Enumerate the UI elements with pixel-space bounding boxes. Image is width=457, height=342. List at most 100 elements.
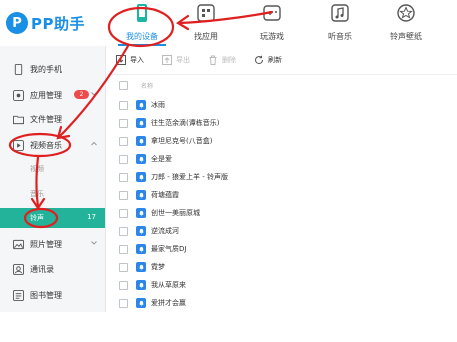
ringtone-name: 逆流成河 bbox=[151, 227, 179, 235]
ringtone-name: 爱拼才会赢 bbox=[151, 299, 186, 307]
sidebar-item-label: 图书管理 bbox=[30, 290, 62, 300]
photo-icon bbox=[13, 239, 24, 249]
row-checkbox[interactable] bbox=[119, 190, 128, 200]
sidebar-item-label: 我的手机 bbox=[30, 64, 62, 74]
nav-label: 玩游戏 bbox=[260, 32, 284, 41]
nav-ringtone-wallpaper[interactable]: 铃声壁纸 bbox=[376, 3, 436, 43]
row-checkbox[interactable] bbox=[119, 298, 128, 308]
export-button[interactable]: 导出 bbox=[162, 55, 190, 65]
sidebar-item-label: 文件管理 bbox=[30, 114, 62, 124]
nav-label: 铃声壁纸 bbox=[390, 32, 422, 41]
row-checkbox[interactable] bbox=[119, 208, 128, 218]
chevron-down-icon[interactable] bbox=[91, 91, 97, 97]
sidebar-item-contacts[interactable]: 通讯录 bbox=[0, 258, 105, 280]
refresh-icon bbox=[255, 55, 264, 65]
bell-icon bbox=[136, 118, 146, 128]
list-item[interactable]: 冰雨 bbox=[106, 96, 457, 114]
top-toolbar: P PP助手 我的设备 找应用 玩游戏 听音乐 铃声壁纸 bbox=[0, 0, 457, 47]
list-item[interactable]: 荷塘蕴霞 bbox=[106, 186, 457, 204]
refresh-button[interactable]: 刷新 bbox=[254, 55, 282, 65]
list-item[interactable]: 爱拼才会赢 bbox=[106, 294, 457, 312]
list-item[interactable]: 刀郎 - 狼爱上羊 - 铃声版 bbox=[106, 168, 457, 186]
sidebar-item-label: 照片管理 bbox=[30, 239, 62, 249]
export-icon bbox=[162, 55, 172, 65]
ringtone-name: 创世一美丽原城 bbox=[151, 209, 200, 217]
list-item[interactable]: 创世一美丽原城 bbox=[106, 204, 457, 222]
import-label: 导入 bbox=[130, 56, 144, 64]
ringtone-name: 拿坦尼克号(八音盒) bbox=[151, 137, 213, 145]
list-item[interactable]: 我从草原来 bbox=[106, 276, 457, 294]
row-checkbox[interactable] bbox=[119, 100, 128, 110]
list-toolbar: 导入 导出 删除 刷新 bbox=[106, 46, 457, 75]
chevron-down-icon[interactable] bbox=[91, 240, 97, 246]
row-checkbox[interactable] bbox=[119, 154, 128, 164]
folder-icon bbox=[13, 115, 24, 124]
app-logo: P PP助手 bbox=[6, 10, 85, 36]
import-button[interactable]: 导入 bbox=[116, 55, 144, 65]
app-manage-icon bbox=[13, 89, 24, 101]
bell-icon bbox=[136, 262, 146, 272]
sidebar-sub-music[interactable]: 音乐 bbox=[0, 184, 105, 204]
row-checkbox[interactable] bbox=[119, 136, 128, 146]
select-all-checkbox[interactable] bbox=[119, 80, 128, 90]
bell-icon bbox=[136, 136, 146, 146]
music-icon bbox=[331, 4, 349, 22]
list-header: 名称 bbox=[106, 76, 457, 94]
row-checkbox[interactable] bbox=[119, 172, 128, 182]
contacts-icon bbox=[13, 263, 24, 275]
export-label: 导出 bbox=[176, 56, 190, 64]
list-item[interactable]: 逆流成河 bbox=[106, 222, 457, 240]
list-item[interactable]: 霓梦 bbox=[106, 258, 457, 276]
sidebar-sub-label: 铃声 bbox=[30, 214, 44, 222]
nav-play-games[interactable]: 玩游戏 bbox=[242, 3, 302, 43]
refresh-label: 刷新 bbox=[268, 56, 282, 64]
row-checkbox[interactable] bbox=[119, 226, 128, 236]
nav-listen-music[interactable]: 听音乐 bbox=[310, 3, 370, 43]
gamepad-icon bbox=[263, 5, 281, 21]
bell-icon bbox=[136, 100, 146, 110]
sidebar-item-file-manage[interactable]: 文件管理 bbox=[0, 108, 105, 130]
nav-my-device[interactable]: 我的设备 bbox=[112, 3, 172, 46]
bell-icon bbox=[136, 244, 146, 254]
logo-text: PP助手 bbox=[31, 14, 85, 33]
sidebar: 我的手机 应用管理 2 文件管理 视频音乐 视频 音乐 铃声 17 照片管理 通… bbox=[0, 46, 106, 312]
list-item[interactable]: 全是爱 bbox=[106, 150, 457, 168]
delete-button[interactable]: 删除 bbox=[208, 55, 236, 65]
sidebar-item-my-phone[interactable]: 我的手机 bbox=[0, 58, 105, 80]
apps-icon bbox=[197, 4, 215, 22]
row-checkbox[interactable] bbox=[119, 280, 128, 290]
sidebar-item-label: 视频音乐 bbox=[30, 140, 62, 150]
nav-find-apps[interactable]: 找应用 bbox=[176, 3, 236, 43]
ringtone-name: 全是爱 bbox=[151, 155, 172, 163]
bell-icon bbox=[136, 280, 146, 290]
row-checkbox[interactable] bbox=[119, 118, 128, 128]
column-header-name: 名称 bbox=[141, 82, 154, 90]
sidebar-sub-video[interactable]: 视频 bbox=[0, 159, 105, 179]
bell-icon bbox=[136, 208, 146, 218]
nav-label: 听音乐 bbox=[328, 32, 352, 41]
bell-icon bbox=[136, 172, 146, 182]
ringtone-name: 刀郎 - 狼爱上羊 - 铃声版 bbox=[151, 173, 228, 181]
chevron-up-icon[interactable] bbox=[91, 141, 97, 147]
row-checkbox[interactable] bbox=[119, 244, 128, 254]
nav-label: 我的设备 bbox=[126, 32, 158, 41]
sidebar-item-book-manage[interactable]: 图书管理 bbox=[0, 284, 105, 306]
sidebar-item-app-manage[interactable]: 应用管理 2 bbox=[0, 84, 105, 106]
row-checkbox[interactable] bbox=[119, 262, 128, 272]
list-item[interactable]: 最家气质DJ bbox=[106, 240, 457, 258]
list-item[interactable]: 拿坦尼克号(八音盒) bbox=[106, 132, 457, 150]
phone-outline-icon bbox=[14, 63, 23, 75]
sidebar-sub-ringtone[interactable]: 铃声 17 bbox=[0, 208, 105, 228]
sidebar-item-photo-manage[interactable]: 照片管理 bbox=[0, 233, 105, 255]
import-icon bbox=[116, 55, 126, 65]
sidebar-item-video-music[interactable]: 视频音乐 bbox=[0, 134, 105, 156]
delete-label: 删除 bbox=[222, 56, 236, 64]
sidebar-item-label: 应用管理 bbox=[30, 90, 62, 100]
ringtone-name: 我从草原来 bbox=[151, 281, 186, 289]
list-item[interactable]: 往生范余滴(谭栋音乐) bbox=[106, 114, 457, 132]
sidebar-sub-label: 音乐 bbox=[30, 190, 44, 198]
logo-badge: P bbox=[6, 12, 28, 34]
sidebar-sub-label: 视频 bbox=[30, 165, 44, 173]
ringtone-name: 冰雨 bbox=[151, 101, 165, 109]
ringtone-count: 17 bbox=[87, 213, 96, 221]
